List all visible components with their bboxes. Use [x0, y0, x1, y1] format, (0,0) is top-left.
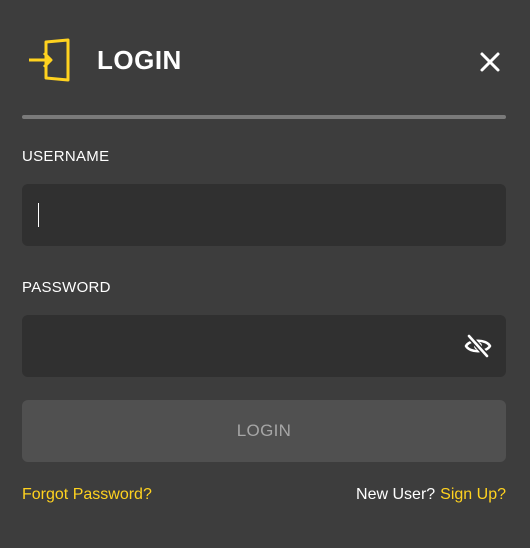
forgot-password-link[interactable]: Forgot Password? [22, 486, 152, 504]
username-input[interactable] [22, 184, 506, 246]
close-icon[interactable] [478, 50, 502, 74]
password-input[interactable] [22, 315, 506, 377]
new-user-text: New User? [356, 486, 436, 503]
username-label: USERNAME [22, 148, 110, 165]
dialog-header: LOGIN [22, 34, 508, 86]
header-divider [22, 115, 506, 119]
password-field-container [22, 315, 506, 377]
text-caret [38, 203, 39, 227]
signup-row: New User? Sign Up? [356, 486, 506, 504]
door-enter-icon [29, 38, 70, 82]
dialog-title: LOGIN [97, 45, 182, 75]
login-dialog: LOGIN USERNAME PASSWORD LOGIN Forgot Pas… [0, 0, 530, 548]
username-field-container [22, 184, 506, 246]
login-submit-button[interactable]: LOGIN [22, 400, 506, 462]
password-label: PASSWORD [22, 279, 111, 296]
eye-slash-icon[interactable] [464, 333, 492, 359]
signup-link[interactable]: Sign Up? [440, 486, 506, 503]
